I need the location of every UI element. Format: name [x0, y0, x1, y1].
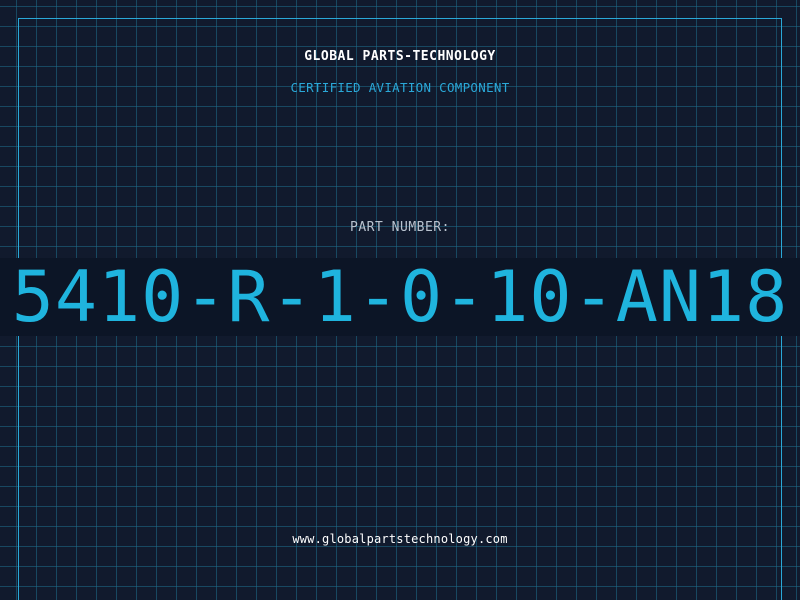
- certification-tagline: CERTIFIED AVIATION COMPONENT: [290, 80, 510, 95]
- part-number-band: 5410-R-1-0-10-AN18: [0, 258, 800, 336]
- part-number-label: PART NUMBER:: [350, 220, 450, 235]
- website-url: www.globalpartstechnology.com: [292, 532, 508, 546]
- label-card: GLOBAL PARTS-TECHNOLOGY CERTIFIED AVIATI…: [0, 0, 800, 600]
- company-name: GLOBAL PARTS-TECHNOLOGY: [304, 49, 496, 64]
- part-number-value: 5410-R-1-0-10-AN18: [11, 258, 789, 336]
